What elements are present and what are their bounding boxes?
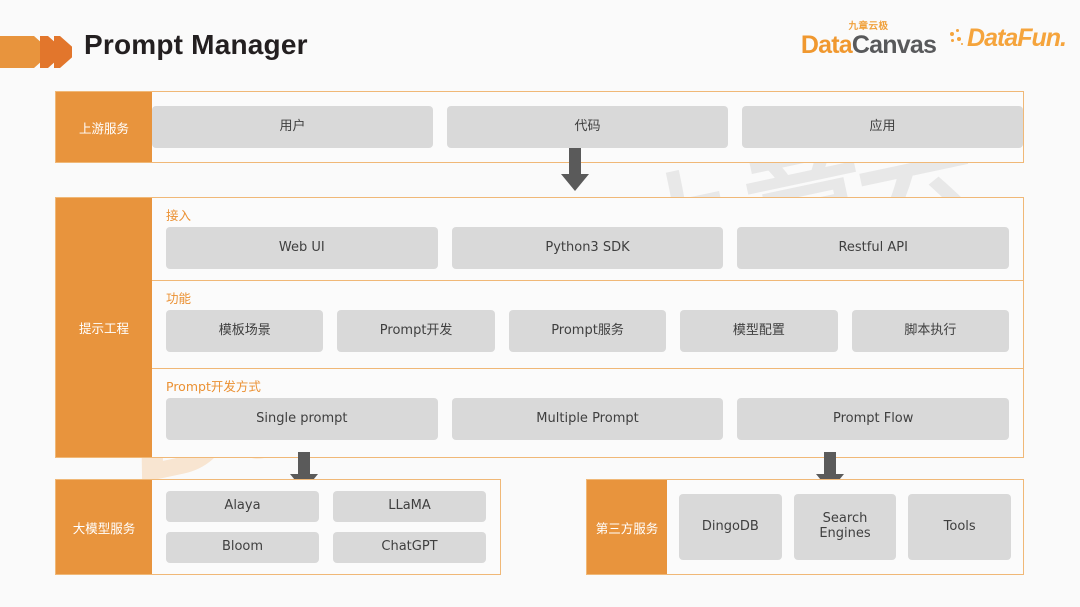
large-model-row-1: Alaya LLaMA xyxy=(166,491,486,522)
large-model-service-grid: Alaya LLaMA Bloom ChatGPT xyxy=(152,480,500,574)
dev-item-single-prompt[interactable]: Single prompt xyxy=(166,398,438,440)
function-subsection: 功能 模板场景 Prompt开发 Prompt服务 模型配置 脚本执行 xyxy=(152,280,1023,368)
upstream-item-application[interactable]: 应用 xyxy=(742,106,1023,148)
dev-item-multiple-prompt[interactable]: Multiple Prompt xyxy=(451,398,724,440)
access-row: Web UI Python3 SDK Restful API xyxy=(166,227,1010,269)
large-model-service-body: Alaya LLaMA Bloom ChatGPT xyxy=(152,480,500,574)
access-subsection: 接入 Web UI Python3 SDK Restful API xyxy=(152,198,1023,280)
access-item-restful-api[interactable]: Restful API xyxy=(737,227,1010,269)
third-party-service-row: DingoDB Search Engines Tools xyxy=(667,480,1023,574)
upstream-services-label: 上游服务 xyxy=(56,92,152,162)
prompt-engineering-band: 提示工程 接入 Web UI Python3 SDK Restful API 功… xyxy=(55,197,1024,458)
function-row: 模板场景 Prompt开发 Prompt服务 模型配置 脚本执行 xyxy=(166,310,1010,352)
prompt-dev-mode-title: Prompt开发方式 xyxy=(166,379,261,394)
model-item-chatgpt[interactable]: ChatGPT xyxy=(333,532,486,563)
access-item-web-ui[interactable]: Web UI xyxy=(166,227,438,269)
function-item-prompt-development[interactable]: Prompt开发 xyxy=(337,310,495,352)
third-party-service-body: DingoDB Search Engines Tools xyxy=(667,480,1023,574)
model-item-bloom[interactable]: Bloom xyxy=(166,532,319,563)
logo-group: 九章云极 DataCanvas DataFun. xyxy=(800,18,1067,59)
chevron-arrow-icon xyxy=(0,36,72,68)
datafun-logo: DataFun. xyxy=(950,23,1067,52)
model-item-alaya[interactable]: Alaya xyxy=(166,491,319,522)
prompt-engineering-label: 提示工程 xyxy=(56,198,152,457)
datacanvas-logo-canvas: Canvas xyxy=(851,31,937,59)
datacanvas-logo-en: DataCanvas xyxy=(800,31,937,59)
datafun-logo-text: DataFun. xyxy=(967,23,1067,52)
function-item-script-execution[interactable]: 脚本执行 xyxy=(851,310,1010,352)
dev-item-prompt-flow[interactable]: Prompt Flow xyxy=(737,398,1010,440)
dots-icon xyxy=(950,29,964,47)
large-model-service-band: 大模型服务 Alaya LLaMA Bloom ChatGPT xyxy=(55,479,501,575)
prompt-engineering-body: 接入 Web UI Python3 SDK Restful API 功能 模板场… xyxy=(152,198,1023,457)
upstream-item-user[interactable]: 用户 xyxy=(152,106,433,148)
large-model-service-label: 大模型服务 xyxy=(56,480,152,574)
third-party-item-dingodb[interactable]: DingoDB xyxy=(679,494,782,560)
function-item-model-config[interactable]: 模型配置 xyxy=(680,310,838,352)
datacanvas-logo-cn: 九章云极 xyxy=(848,21,889,32)
prompt-dev-mode-row: Single prompt Multiple Prompt Prompt Flo… xyxy=(166,398,1010,440)
down-arrow-icon xyxy=(561,148,589,191)
model-item-llama[interactable]: LLaMA xyxy=(333,491,486,522)
upstream-services-band: 上游服务 用户 代码 应用 xyxy=(55,91,1024,163)
large-model-row-2: Bloom ChatGPT xyxy=(166,532,486,563)
upstream-item-code[interactable]: 代码 xyxy=(447,106,728,148)
function-item-prompt-service[interactable]: Prompt服务 xyxy=(508,310,667,352)
access-item-python3-sdk[interactable]: Python3 SDK xyxy=(451,227,724,269)
third-party-service-band: 第三方服务 DingoDB Search Engines Tools xyxy=(586,479,1024,575)
access-subsection-title: 接入 xyxy=(166,208,192,223)
datacanvas-logo: 九章云极 DataCanvas xyxy=(800,18,937,59)
function-subsection-title: 功能 xyxy=(166,291,192,306)
third-party-item-search-engines[interactable]: Search Engines xyxy=(793,494,897,560)
slide-canvas: 九章云极 DataCanvas Prompt Manager 九章云极 Data… xyxy=(0,0,1080,607)
datacanvas-logo-data: Data xyxy=(800,31,853,59)
function-item-template-scenario[interactable]: 模板场景 xyxy=(166,310,324,352)
third-party-item-tools[interactable]: Tools xyxy=(908,494,1012,560)
prompt-dev-mode-subsection: Prompt开发方式 Single prompt Multiple Prompt… xyxy=(152,368,1023,457)
page-title: Prompt Manager xyxy=(84,29,308,60)
third-party-service-label: 第三方服务 xyxy=(587,480,667,574)
